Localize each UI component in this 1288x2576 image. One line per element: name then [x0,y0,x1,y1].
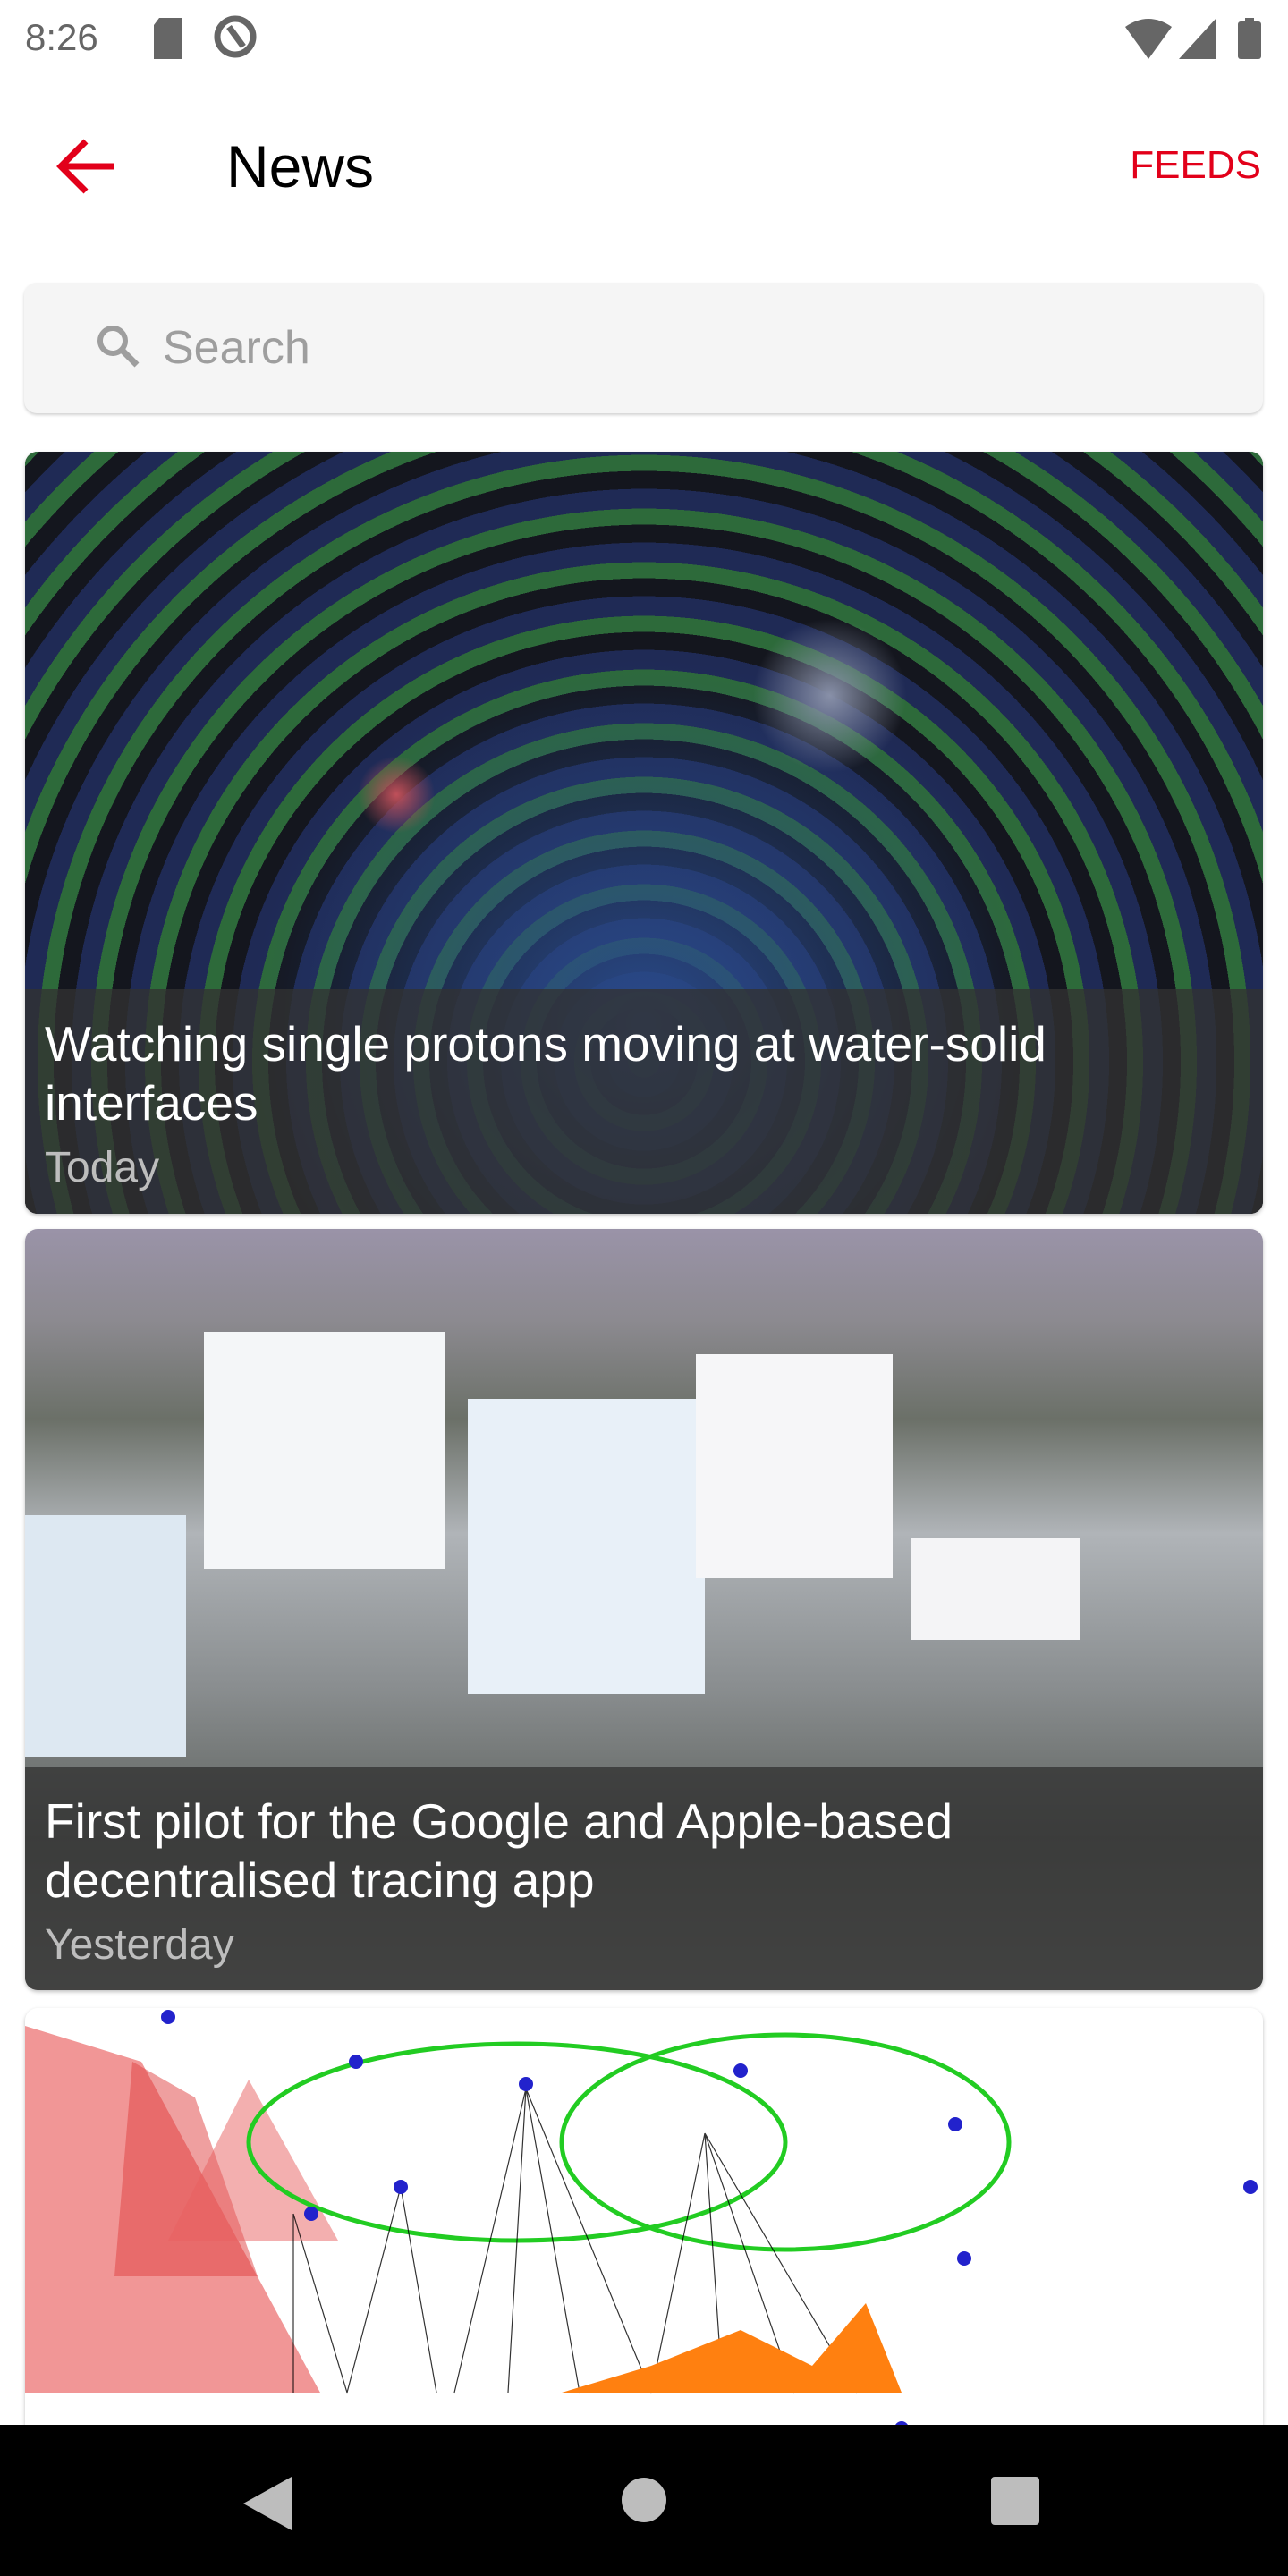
signal-icon [1179,18,1216,59]
search-icon [97,326,140,368]
wifi-icon [1125,19,1172,59]
status-bar: 8:26 [0,0,1288,75]
search-input[interactable] [163,309,1236,386]
page-title: News [226,133,375,199]
home-circle-icon[interactable] [621,2477,667,2523]
article-title: Watching single protons moving at water-… [45,1016,1046,1131]
back-triangle-icon[interactable] [243,2477,292,2530]
at-sign-icon [214,15,257,58]
arrow-left-icon[interactable] [55,138,118,195]
news-card[interactable]: First pilot for the Google and Apple-bas… [25,1229,1263,1990]
article-caption: Watching single protons moving at water-… [25,989,1263,1214]
news-card[interactable]: Watching single protons moving at water-… [25,452,1263,1214]
recents-square-icon[interactable] [991,2477,1039,2525]
article-date: Today [45,1144,160,1191]
article-date: Yesterday [45,1921,234,1969]
sd-card-icon [154,18,182,59]
search-bar[interactable] [24,283,1263,413]
status-time: 8:26 [25,16,98,58]
article-caption: First pilot for the Google and Apple-bas… [25,1767,1263,1990]
app-bar: News FEEDS [0,107,1288,224]
battery-icon [1238,18,1261,59]
article-title: First pilot for the Google and Apple-bas… [45,1793,953,1908]
system-nav-bar [0,2425,1288,2576]
feeds-button[interactable]: FEEDS [1130,143,1261,188]
